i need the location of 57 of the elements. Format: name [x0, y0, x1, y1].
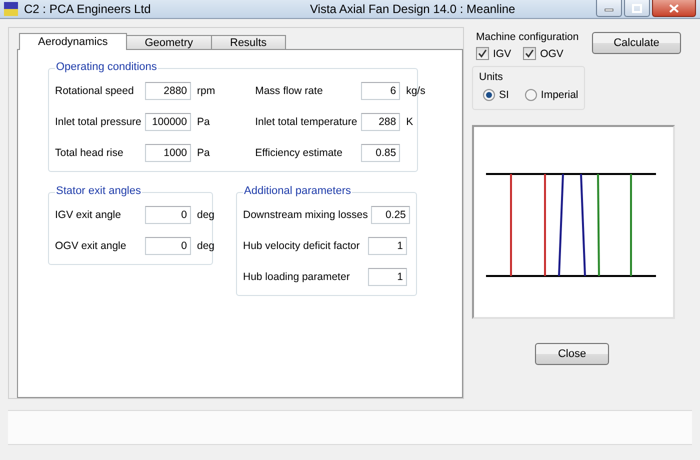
input-field[interactable]: 100000 — [145, 113, 191, 132]
input-field[interactable]: 1000 — [145, 144, 191, 162]
field-label: Hub loading parameter — [243, 271, 351, 284]
field-label: Mass flow rate — [255, 85, 324, 98]
field-label: Hub velocity deficit factor — [243, 240, 361, 252]
group-title: Machine configuration — [476, 31, 580, 44]
input-field[interactable]: 1 — [368, 268, 407, 286]
close-button[interactable]: Close — [535, 343, 609, 366]
field-label: IGV exit angle — [55, 209, 122, 222]
tab[interactable]: Results — [211, 35, 286, 50]
group-title: Stator exit angles — [55, 185, 142, 198]
checkmark-icon — [478, 49, 487, 58]
app-label: C2 : PCA Engineers Ltd — [24, 2, 152, 16]
close-icon — [669, 4, 679, 12]
unit-label: deg — [197, 240, 215, 252]
group-title: Units — [479, 71, 503, 84]
input-field[interactable]: 0 — [145, 206, 191, 224]
window-title: Vista Axial Fan Design 14.0 : Meanline — [309, 2, 516, 16]
input-field[interactable]: 2880 — [145, 82, 191, 100]
field-label: Rotational speed — [55, 85, 135, 98]
checkbox[interactable] — [476, 47, 489, 60]
checkbox-label: OGV — [540, 48, 564, 60]
tab[interactable]: Geometry — [126, 35, 212, 50]
checkbox[interactable] — [523, 47, 536, 60]
group-title: Additional parameters — [243, 185, 352, 198]
radio-label: Imperial — [540, 89, 578, 102]
maximize-button[interactable] — [624, 0, 650, 17]
radio-button[interactable] — [524, 89, 537, 102]
maximize-icon — [632, 4, 642, 12]
input-field[interactable]: 6 — [361, 82, 400, 100]
unit-label: rpm — [197, 85, 216, 98]
unit-label: K — [406, 116, 414, 128]
minimize-button[interactable] — [596, 0, 622, 17]
unit-label: Pa — [197, 147, 210, 160]
calculate-button[interactable]: Calculate — [592, 32, 681, 54]
app-logo-icon — [4, 2, 18, 16]
unit-label: deg — [197, 209, 215, 222]
field-label: Total head rise — [55, 147, 124, 160]
checkbox-label: IGV — [493, 48, 512, 60]
input-field[interactable]: 1 — [368, 237, 407, 256]
input-field[interactable]: 0.85 — [361, 144, 400, 162]
radio-button[interactable] — [483, 89, 495, 102]
input-field[interactable]: 0 — [145, 237, 191, 256]
field-label: Inlet total temperature — [255, 116, 358, 128]
field-label: Inlet total pressure — [55, 116, 142, 128]
field-label: OGV exit angle — [55, 240, 128, 252]
unit-label: kg/s — [406, 85, 426, 98]
input-field[interactable]: 288 — [361, 113, 400, 132]
group-title: Operating conditions — [55, 61, 158, 74]
radio-label: SI — [499, 89, 509, 102]
unit-label: Pa — [197, 116, 210, 128]
close-window-button[interactable] — [652, 0, 696, 17]
field-label: Downstream mixing losses — [243, 209, 368, 222]
checkmark-icon — [525, 49, 534, 58]
tab[interactable]: Aerodynamics — [19, 33, 127, 50]
input-field[interactable]: 0.25 — [370, 206, 410, 224]
field-label: Efficiency estimate — [255, 147, 344, 160]
